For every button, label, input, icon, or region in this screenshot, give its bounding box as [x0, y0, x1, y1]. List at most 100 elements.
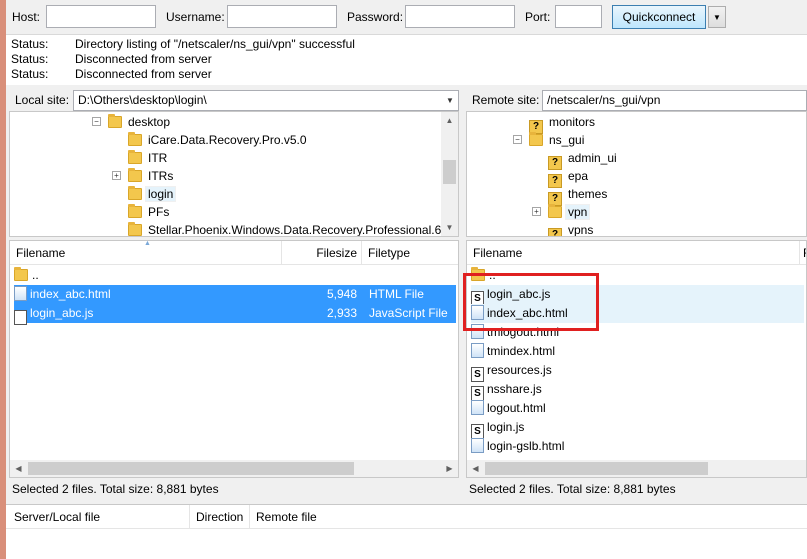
column-server-local-file[interactable]: Server/Local file: [6, 505, 190, 529]
tree-item[interactable]: ? vpns: [548, 221, 595, 236]
expand-icon[interactable]: +: [112, 171, 121, 180]
remote-directory-tree[interactable]: ? monitors − ns_gui ? admin_ui ? epa ? theme…: [466, 111, 807, 237]
file-row[interactable]: Snsshare.js: [471, 380, 804, 401]
tree-item-selected[interactable]: login: [128, 185, 177, 203]
scroll-up-icon[interactable]: ▲: [441, 112, 458, 129]
scroll-down-icon[interactable]: ▼: [441, 219, 458, 236]
file-name: index_abc.html: [487, 306, 568, 320]
tree-item[interactable]: ITR: [128, 149, 169, 167]
username-label: Username:: [166, 10, 225, 24]
file-name: ..: [489, 268, 496, 282]
tree-item[interactable]: ? themes: [548, 185, 609, 206]
scrollbar-thumb[interactable]: [443, 160, 456, 184]
tree-item[interactable]: ? epa: [548, 167, 590, 188]
html-file-icon: [14, 286, 27, 301]
chevron-down-icon: ▼: [713, 13, 721, 22]
tree-item-label: epa: [568, 169, 589, 183]
tree-item-label: ITR: [148, 151, 168, 165]
log-row: Status: Disconnected from server: [11, 67, 212, 82]
file-row[interactable]: Slogin.js: [471, 418, 804, 439]
tree-item[interactable]: − ns_gui: [513, 131, 586, 149]
file-name: login-gslb.html: [487, 439, 565, 453]
remote-site-path[interactable]: /netscaler/ns_gui/vpn: [542, 90, 807, 111]
log-message: Disconnected from server: [75, 52, 212, 66]
file-row[interactable]: Slogin_abc.js: [471, 285, 804, 306]
message-log[interactable]: Status: Directory listing of "/netscaler/…: [6, 34, 807, 85]
column-direction[interactable]: Direction: [190, 505, 250, 529]
local-file-list[interactable]: Filename Filesize Filetype .. index_abc.…: [9, 240, 459, 478]
column-filename[interactable]: Filename: [467, 241, 800, 265]
tree-item[interactable]: ? admin_ui: [548, 149, 619, 170]
quickconnect-dropdown-button[interactable]: ▼: [708, 6, 726, 28]
tree-item-selected[interactable]: + vpn: [532, 203, 591, 221]
tree-item[interactable]: + ITRs: [112, 167, 175, 185]
folder-icon: [471, 267, 485, 281]
file-name: login_abc.js: [487, 287, 551, 301]
tree-item-label: ITRs: [148, 169, 174, 183]
file-name: login_abc.js: [30, 306, 94, 320]
file-row[interactable]: index_abc.html: [471, 304, 804, 323]
port-input[interactable]: [555, 5, 602, 28]
log-row: Status: Directory listing of "/netscaler/…: [11, 37, 355, 52]
tree-item[interactable]: PFs: [128, 203, 171, 221]
html-file-icon: [471, 324, 484, 339]
scroll-right-icon[interactable]: ▶: [441, 460, 458, 477]
horizontal-scrollbar[interactable]: ◀ ▶: [10, 460, 458, 477]
scrollbar-thumb[interactable]: [28, 462, 354, 475]
column-remote-file[interactable]: Remote file: [250, 505, 450, 529]
collapse-icon[interactable]: −: [92, 117, 101, 126]
transfer-queue[interactable]: Server/Local file Direction Remote file: [6, 504, 807, 559]
file-row[interactable]: tmlogout.html: [471, 323, 804, 342]
scroll-left-icon[interactable]: ◀: [467, 460, 484, 477]
file-row[interactable]: tmindex.html: [471, 342, 804, 361]
scrollbar-thumb[interactable]: [485, 462, 708, 475]
remote-file-list[interactable]: Filename F .. Slogin_abc.js index_abc.ht…: [466, 240, 807, 478]
file-row-parent[interactable]: ..: [471, 266, 804, 285]
local-status-bar: Selected 2 files. Total size: 8,881 byte…: [6, 478, 459, 500]
file-row[interactable]: index_abc.html 5,948 HTML File: [14, 285, 456, 304]
html-file-icon: [471, 305, 484, 320]
log-message: Disconnected from server: [75, 67, 212, 81]
folder-icon: [14, 267, 28, 281]
file-row[interactable]: logout.html: [471, 399, 804, 418]
password-input[interactable]: [405, 5, 515, 28]
tree-item[interactable]: Stellar.Phoenix.Windows.Data.Recovery.Pr…: [128, 221, 453, 236]
file-row-parent[interactable]: ..: [14, 266, 452, 285]
username-input[interactable]: [227, 5, 337, 28]
file-size: 2,933: [326, 306, 357, 320]
host-input[interactable]: [46, 5, 156, 28]
queue-header: Server/Local file Direction Remote file: [6, 505, 807, 529]
log-status: Status:: [11, 37, 49, 51]
scroll-left-icon[interactable]: ◀: [10, 460, 27, 477]
column-filesize[interactable]: Filesize: [282, 241, 362, 265]
file-row[interactable]: Sresources.js: [471, 361, 804, 382]
port-label: Port:: [525, 10, 551, 24]
expand-icon[interactable]: +: [532, 207, 541, 216]
log-message: Directory listing of "/netscaler/ns_gui/…: [75, 37, 355, 51]
column-filetype[interactable]: Filetype: [362, 241, 458, 265]
vertical-scrollbar[interactable]: ▲ ▼: [441, 112, 458, 236]
folder-icon: [128, 204, 142, 218]
tree-item-label: admin_ui: [568, 151, 617, 165]
collapse-icon[interactable]: −: [513, 135, 522, 144]
tree-item[interactable]: ? monitors: [529, 113, 597, 134]
file-name: ..: [32, 268, 39, 282]
file-row[interactable]: login-gslb.html: [471, 437, 804, 456]
chevron-down-icon[interactable]: ▼: [442, 91, 458, 110]
column-filesize[interactable]: F: [800, 241, 806, 265]
horizontal-scrollbar[interactable]: ◀: [467, 460, 806, 477]
folder-icon: [548, 204, 562, 218]
quickconnect-button[interactable]: Quickconnect: [612, 5, 706, 29]
tree-item-label: iCare.Data.Recovery.Pro.v5.0: [148, 133, 307, 147]
local-site-path[interactable]: D:\Others\desktop\login\ ▼: [73, 90, 459, 111]
file-type: JavaScript File: [369, 306, 448, 320]
local-list-header: Filename Filesize Filetype: [10, 241, 458, 265]
file-row[interactable]: Slogin_abc.js 2,933 JavaScript File: [14, 304, 456, 325]
quickconnect-bar: Host: Username: Password: Port: Quickcon…: [6, 0, 807, 34]
host-label: Host:: [12, 10, 41, 24]
tree-item[interactable]: − desktop: [92, 113, 172, 131]
local-directory-tree[interactable]: − desktop iCare.Data.Recovery.Pro.v5.0 I…: [9, 111, 459, 237]
remote-site-bar: Remote site: /netscaler/ns_gui/vpn: [466, 89, 807, 111]
tree-item[interactable]: iCare.Data.Recovery.Pro.v5.0: [128, 131, 309, 149]
file-name: tmlogout.html: [487, 325, 560, 339]
